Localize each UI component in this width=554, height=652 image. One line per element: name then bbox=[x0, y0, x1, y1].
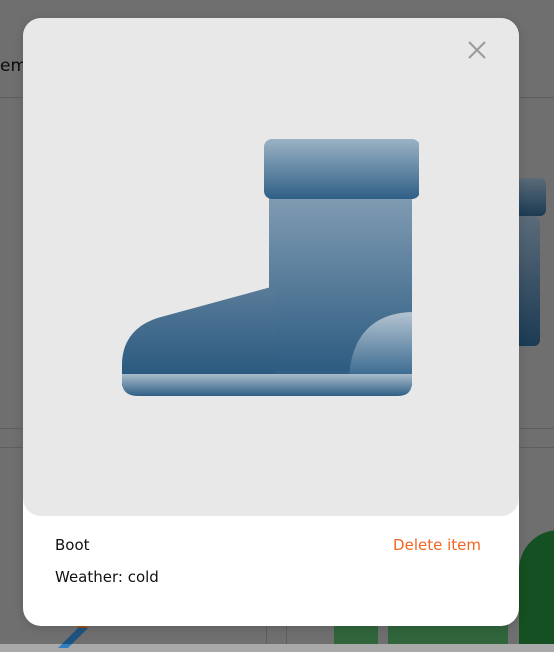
item-image-area bbox=[23, 18, 519, 516]
item-name: Boot bbox=[55, 536, 90, 554]
delete-item-button[interactable]: Delete item bbox=[393, 536, 481, 554]
boot-icon bbox=[122, 139, 419, 396]
close-button[interactable] bbox=[463, 36, 491, 64]
item-detail-modal: Boot Weather: cold Delete item bbox=[23, 18, 519, 626]
item-weather: Weather: cold bbox=[55, 568, 159, 586]
close-icon bbox=[468, 41, 486, 59]
